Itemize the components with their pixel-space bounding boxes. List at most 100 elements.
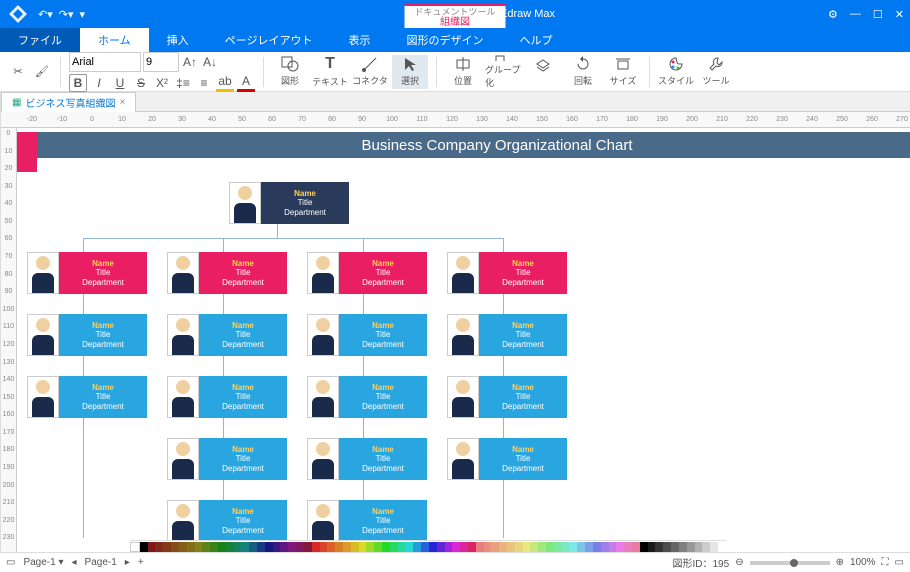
org-dept: Department — [502, 464, 544, 474]
drawing-canvas[interactable]: Business Company Organizational Chart Na… — [17, 128, 910, 552]
tab-page-layout[interactable]: ページレイアウト — [207, 28, 331, 52]
paintbrush-icon[interactable]: 🖌 — [32, 62, 52, 82]
text-button[interactable]: Tテキスト — [312, 55, 348, 89]
underline-button[interactable]: U — [111, 74, 129, 92]
minimize-icon[interactable]: — — [850, 8, 861, 20]
ruler-horizontal: -20-100102030405060708090100110120130140… — [1, 112, 910, 128]
cut-icon[interactable]: ✂ — [8, 62, 28, 82]
undo-icon[interactable]: ↶▾ — [38, 8, 53, 21]
zoom-level[interactable]: 100% — [850, 557, 876, 568]
zoom-in-icon[interactable]: ⊕ — [836, 557, 844, 568]
highlight-icon[interactable]: ab — [216, 74, 234, 92]
fit-page-icon[interactable]: ⛶ — [882, 557, 889, 568]
redo-icon[interactable]: ↷▾ — [59, 8, 74, 21]
shape-button[interactable]: 図形 — [272, 55, 308, 89]
org-photo — [167, 314, 199, 356]
org-node[interactable]: NameTitleDepartment — [447, 376, 567, 418]
size-button[interactable]: サイズ — [605, 55, 641, 89]
add-page-icon[interactable]: + — [138, 557, 144, 568]
tab-close-icon[interactable]: × — [119, 97, 125, 108]
org-name: Name — [92, 321, 114, 331]
org-photo — [307, 500, 339, 542]
tab-insert[interactable]: 挿入 — [149, 28, 207, 52]
bold-button[interactable]: B — [69, 74, 87, 92]
org-dept: Department — [222, 526, 264, 536]
org-node[interactable]: NameTitleDepartment — [307, 438, 427, 480]
strike-button[interactable]: S — [132, 74, 150, 92]
font-color-icon[interactable]: A — [237, 74, 255, 92]
org-node[interactable]: NameTitleDepartment — [167, 252, 287, 294]
qat-dropdown-icon[interactable]: ▾ — [80, 8, 86, 21]
document-tab[interactable]: ▦ビジネス写真組織図× — [1, 92, 136, 112]
org-node[interactable]: NameTitleDepartment — [27, 252, 147, 294]
bullets-icon[interactable]: ≡ — [195, 74, 213, 92]
tool-button[interactable]: ツール — [698, 55, 734, 89]
org-node[interactable]: NameTitleDepartment — [447, 252, 567, 294]
tab-help[interactable]: ヘルプ — [501, 28, 570, 52]
org-node[interactable]: NameTitleDepartment — [167, 438, 287, 480]
rotate-button[interactable]: 回転 — [565, 55, 601, 89]
group-button[interactable]: グループ化 — [485, 55, 521, 89]
org-dept: Department — [284, 208, 326, 218]
zoom-out-icon[interactable]: ⊖ — [735, 557, 743, 568]
superscript-button[interactable]: X² — [153, 74, 171, 92]
line-spacing-icon[interactable]: ‡≡ — [174, 74, 192, 92]
contextual-tab[interactable]: ドキュメントツール 組織図 — [404, 4, 505, 28]
connector-button[interactable]: コネクタ — [352, 55, 388, 89]
fullscreen-icon[interactable]: ▭ — [895, 557, 904, 568]
chart-title-bar[interactable]: Business Company Organizational Chart — [27, 132, 910, 158]
tab-file[interactable]: ファイル — [0, 28, 80, 52]
org-title: Title — [376, 392, 391, 402]
tab-home[interactable]: ホーム — [80, 28, 149, 52]
zoom-slider[interactable] — [750, 561, 830, 565]
org-dept: Department — [82, 340, 124, 350]
org-dept: Department — [222, 402, 264, 412]
org-name: Name — [92, 259, 114, 269]
org-title: Title — [376, 516, 391, 526]
org-dept: Department — [82, 278, 124, 288]
org-node[interactable]: NameTitleDepartment — [447, 438, 567, 480]
org-node[interactable]: NameTitleDepartment — [167, 376, 287, 418]
page-select[interactable]: Page-1 ▾ — [23, 557, 63, 568]
org-node[interactable]: NameTitleDepartment — [307, 376, 427, 418]
font-size-select[interactable] — [143, 52, 179, 72]
color-strip[interactable] — [130, 540, 726, 552]
page-tab[interactable]: Page-1 — [85, 557, 117, 568]
org-dept: Department — [362, 464, 404, 474]
next-page-icon[interactable]: ▸ — [125, 557, 130, 568]
org-photo — [447, 314, 479, 356]
position-button[interactable]: 位置 — [445, 55, 481, 89]
layers-button[interactable] — [525, 55, 561, 89]
org-node[interactable]: NameTitleDepartment — [229, 182, 349, 224]
select-button[interactable]: 選択 — [392, 55, 428, 89]
increase-font-icon[interactable]: A↑ — [181, 53, 199, 71]
tab-shape-design[interactable]: 図形のデザイン — [388, 28, 501, 52]
style-button[interactable]: スタイル — [658, 55, 694, 89]
org-node[interactable]: NameTitleDepartment — [447, 314, 567, 356]
menu-bar: ファイル ホーム 挿入 ページレイアウト 表示 図形のデザイン ヘルプ — [0, 28, 910, 52]
org-dept: Department — [222, 340, 264, 350]
org-title: Title — [298, 198, 313, 208]
org-node[interactable]: NameTitleDepartment — [167, 314, 287, 356]
org-node[interactable]: NameTitleDepartment — [307, 500, 427, 542]
org-photo — [307, 252, 339, 294]
italic-button[interactable]: I — [90, 74, 108, 92]
org-title: Title — [516, 330, 531, 340]
org-name: Name — [232, 259, 254, 269]
close-icon[interactable]: ✕ — [895, 8, 904, 21]
org-node[interactable]: NameTitleDepartment — [27, 314, 147, 356]
org-title: Title — [236, 268, 251, 278]
org-node[interactable]: NameTitleDepartment — [27, 376, 147, 418]
org-node[interactable]: NameTitleDepartment — [307, 314, 427, 356]
font-name-select[interactable] — [69, 52, 141, 72]
org-name: Name — [232, 321, 254, 331]
org-title: Title — [376, 454, 391, 464]
settings-icon[interactable]: ⚙ — [828, 8, 838, 21]
page-nav-icon[interactable]: ▭ — [6, 557, 15, 568]
org-node[interactable]: NameTitleDepartment — [307, 252, 427, 294]
prev-page-icon[interactable]: ◂ — [72, 557, 77, 568]
org-node[interactable]: NameTitleDepartment — [167, 500, 287, 542]
decrease-font-icon[interactable]: A↓ — [201, 53, 219, 71]
maximize-icon[interactable]: ☐ — [873, 8, 883, 21]
tab-display[interactable]: 表示 — [330, 28, 388, 52]
